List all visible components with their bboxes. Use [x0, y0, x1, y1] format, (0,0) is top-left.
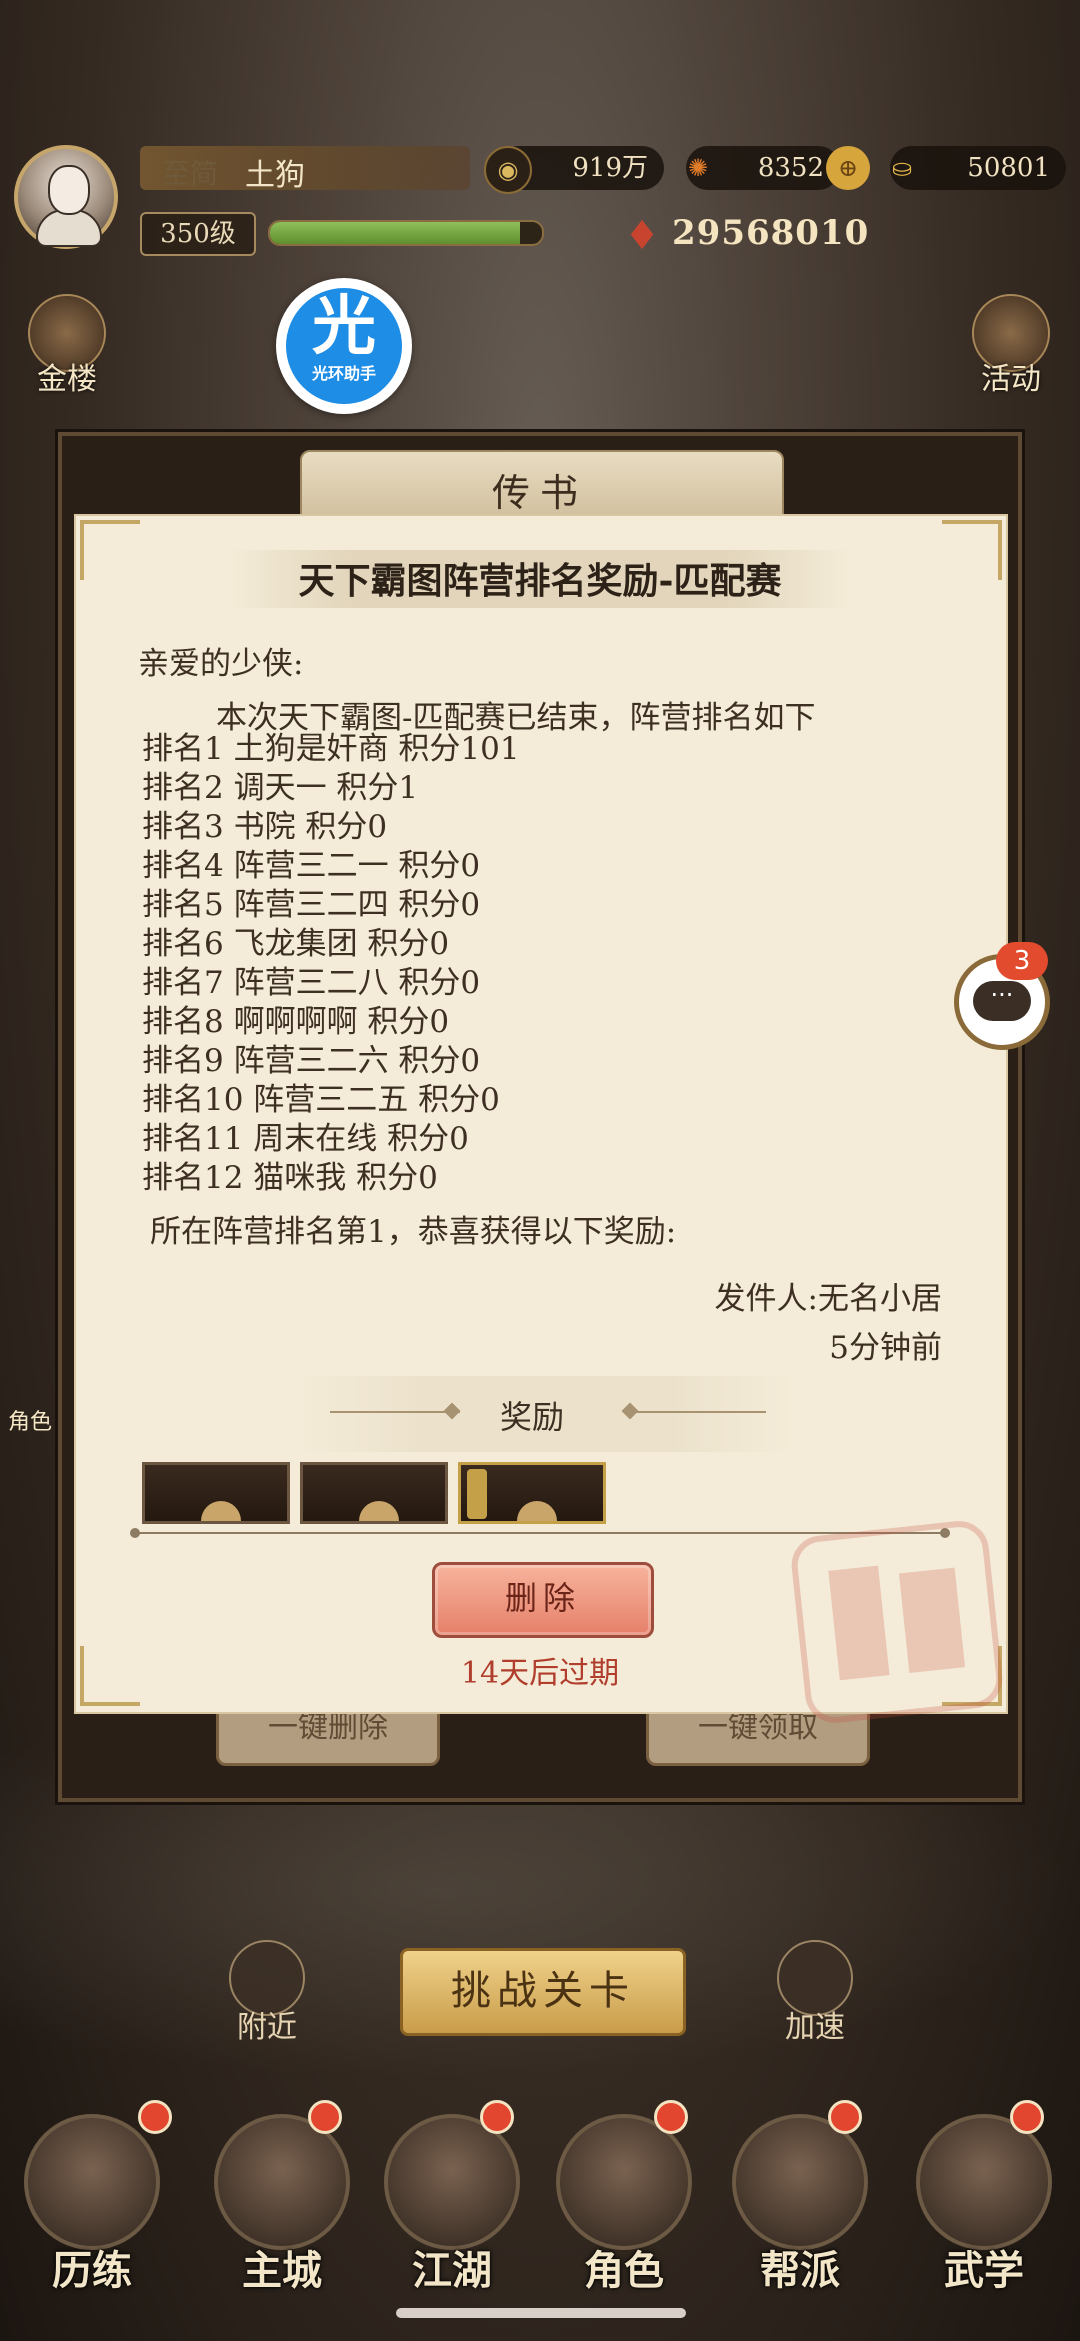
reward-item[interactable] — [142, 1462, 290, 1524]
exp-bar-fill — [270, 222, 521, 244]
nav-main-city[interactable]: 主城 — [212, 2114, 352, 2324]
avatar-head — [48, 165, 90, 215]
combat-power: 29568010 — [672, 213, 870, 253]
nav-label: 武学 — [944, 2247, 1024, 2294]
nav-label: 历练 — [52, 2247, 132, 2294]
exp-bar — [268, 220, 544, 246]
mail-window-title: 传书 — [491, 471, 588, 515]
challenge-stage-button[interactable]: 挑战关卡 — [400, 1948, 686, 2036]
ranking-row: 排名6 飞龙集团 积分0 — [142, 926, 450, 962]
notification-dot — [1010, 2100, 1044, 2134]
ranking-row: 排名11 周末在线 积分0 — [142, 1121, 469, 1157]
delete-button[interactable]: 删除 — [432, 1562, 654, 1638]
nearby-button[interactable]: 附近 — [222, 1940, 312, 2050]
chat-icon: ··· — [973, 981, 1031, 1021]
ingot-icon: ⛀ — [891, 154, 913, 182]
red-seal-stamp — [788, 1518, 1006, 1726]
notification-dot — [828, 2100, 862, 2134]
corner-ornament — [80, 1646, 140, 1706]
ranking-row: 排名4 阵营三二一 积分0 — [142, 848, 481, 884]
vip-label: 至简 — [162, 157, 219, 190]
ranking-row: 排名12 猫咪我 积分0 — [142, 1160, 438, 1196]
letter-greeting: 亲爱的少侠: — [138, 646, 304, 682]
nav-label: 帮派 — [760, 2247, 840, 2294]
notification-dot — [138, 2100, 172, 2134]
reward-divider — [136, 1532, 944, 1534]
ranking-list: 排名1 土狗是奸商 积分101 排名2 调天一 积分1 排名3 书院 积分0 排… — [142, 730, 520, 1198]
event-button[interactable]: 活动 — [966, 294, 1056, 404]
reward-item-icon — [517, 1501, 557, 1521]
ranking-row: 排名10 阵营三二五 积分0 — [142, 1082, 500, 1118]
ranking-row: 排名9 阵营三二六 积分0 — [142, 1043, 481, 1079]
reward-header-line — [636, 1411, 766, 1413]
nearby-label: 附近 — [237, 2010, 297, 2045]
corner-ornament — [80, 520, 140, 580]
nav-training[interactable]: 历练 — [22, 2114, 162, 2324]
speed-label: 加速 — [785, 2010, 845, 2045]
add-gem-icon[interactable]: ⊕ — [826, 146, 870, 190]
reward-item-icon — [359, 1501, 399, 1521]
result-text: 所在阵营排名第1，恭喜获得以下奖励: — [150, 1214, 677, 1250]
sword-icon — [384, 2114, 520, 2250]
character-icon — [556, 2114, 692, 2250]
event-label: 活动 — [981, 362, 1041, 397]
nav-label: 角色 — [584, 2247, 664, 2294]
character-side-tab[interactable]: 角色 — [0, 1404, 60, 1514]
ranking-row: 排名1 土狗是奸商 积分101 — [142, 731, 520, 767]
player-avatar[interactable] — [14, 145, 118, 249]
nav-label: 主城 — [242, 2247, 322, 2294]
corner-ornament — [942, 520, 1002, 580]
expire-text: 14天后过期 — [460, 1656, 620, 1691]
coin-icon: ◉ — [484, 146, 532, 194]
power-icon: ♦ — [624, 213, 660, 259]
golden-tower-button[interactable]: 金楼 — [22, 294, 112, 404]
ranking-row: 排名2 调天一 积分1 — [142, 770, 419, 806]
guanghuan-logo-label: 光环助手 — [311, 364, 376, 383]
character-side-label: 角色 — [7, 1410, 52, 1435]
speed-up-button[interactable]: 加速 — [770, 1940, 860, 2050]
guanghuan-badge: 光 光环助手 — [286, 288, 402, 404]
reward-item[interactable] — [300, 1462, 448, 1524]
sender-text: 发件人:无名小居 — [714, 1281, 942, 1317]
notification-dot — [480, 2100, 514, 2134]
ranking-row: 排名5 阵营三二四 积分0 — [142, 887, 481, 923]
city-gate-icon — [214, 2114, 350, 2250]
home-indicator[interactable] — [396, 2308, 686, 2318]
notification-dot — [308, 2100, 342, 2134]
notification-dot — [654, 2100, 688, 2134]
nav-character[interactable]: 角色 — [554, 2114, 694, 2324]
reward-item-icon — [201, 1501, 241, 1521]
player-name: 土狗 — [245, 158, 305, 193]
golden-tower-label: 金楼 — [37, 362, 97, 397]
scroll-icon — [916, 2114, 1052, 2250]
sent-time: 5分钟前 — [829, 1330, 942, 1366]
ranking-row: 排名7 阵营三二八 积分0 — [142, 965, 481, 1001]
nav-guild[interactable]: 帮派 — [730, 2114, 870, 2324]
training-icon — [24, 2114, 160, 2250]
guild-emblem-icon — [732, 2114, 868, 2250]
nav-martial-arts[interactable]: 武学 — [914, 2114, 1054, 2324]
letter-title: 天下霸图阵营排名奖励-匹配赛 — [298, 560, 782, 602]
chat-unread-badge: 3 — [996, 942, 1048, 980]
nav-jianghu[interactable]: 江湖 — [382, 2114, 522, 2324]
divider-end-dot — [130, 1528, 140, 1538]
guanghuan-logo-char: 光 — [312, 290, 376, 364]
gem-icon: ✺ — [687, 154, 709, 182]
guanghuan-overlay-button[interactable]: 光 光环助手 — [276, 278, 412, 414]
reward-item[interactable] — [458, 1462, 606, 1524]
rarity-tag-icon — [467, 1469, 487, 1519]
reward-header-line — [330, 1411, 460, 1413]
ranking-row: 排名8 啊啊啊啊 积分0 — [142, 1004, 450, 1040]
ranking-row: 排名3 书院 积分0 — [142, 809, 388, 845]
level-badge: 350级 — [140, 212, 256, 256]
nav-label: 江湖 — [412, 2247, 492, 2294]
reward-title: 奖励 — [500, 1398, 565, 1436]
